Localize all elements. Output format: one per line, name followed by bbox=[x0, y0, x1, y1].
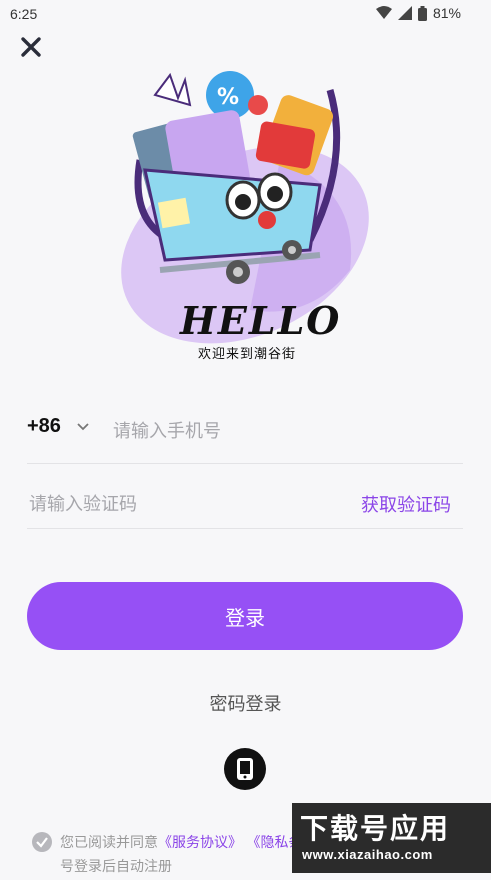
phone-field: +86 bbox=[27, 393, 463, 464]
hello-tagline: 欢迎来到潮谷街 bbox=[198, 347, 297, 362]
password-login-link[interactable]: 密码登录 bbox=[0, 690, 491, 716]
phone-icon bbox=[237, 758, 253, 780]
status-bar: 6:25 81% bbox=[0, 0, 491, 30]
verification-code-input[interactable] bbox=[27, 490, 331, 518]
agreement-prefix: 您已阅读并同意 bbox=[60, 835, 158, 851]
agreement-line-1: 您已阅读并同意《服务协议》 《隐私条款》 bbox=[60, 830, 330, 856]
watermark-url: www.xiazaihao.com bbox=[302, 847, 433, 862]
svg-text:%: % bbox=[217, 85, 239, 110]
login-button[interactable]: 登录 bbox=[27, 582, 463, 650]
hello-logo: HELLO bbox=[180, 298, 342, 343]
get-code-button[interactable]: 获取验证码 bbox=[361, 491, 451, 517]
verification-code-field: 获取验证码 bbox=[27, 464, 463, 529]
battery-icon bbox=[417, 5, 427, 21]
service-agreement-link[interactable]: 《服务协议》 bbox=[158, 835, 242, 851]
battery-level: 81% bbox=[432, 5, 461, 21]
chevron-down-icon[interactable] bbox=[77, 423, 89, 431]
watermark: 下载号应用 www.xiazaihao.com bbox=[292, 803, 491, 873]
signal-icon bbox=[397, 6, 412, 20]
close-icon[interactable] bbox=[20, 36, 42, 58]
agreement-line-2: 号登录后自动注册 bbox=[60, 859, 172, 875]
watermark-title: 下载号应用 bbox=[300, 812, 451, 845]
wifi-icon bbox=[375, 6, 392, 19]
status-time: 6:25 bbox=[10, 6, 38, 22]
status-icons: 81% bbox=[375, 5, 461, 21]
checkbox-checked-icon[interactable] bbox=[32, 832, 52, 852]
phone-login-button[interactable] bbox=[224, 748, 266, 790]
phone-input[interactable] bbox=[111, 417, 445, 445]
country-code-select[interactable]: +86 bbox=[27, 415, 61, 438]
